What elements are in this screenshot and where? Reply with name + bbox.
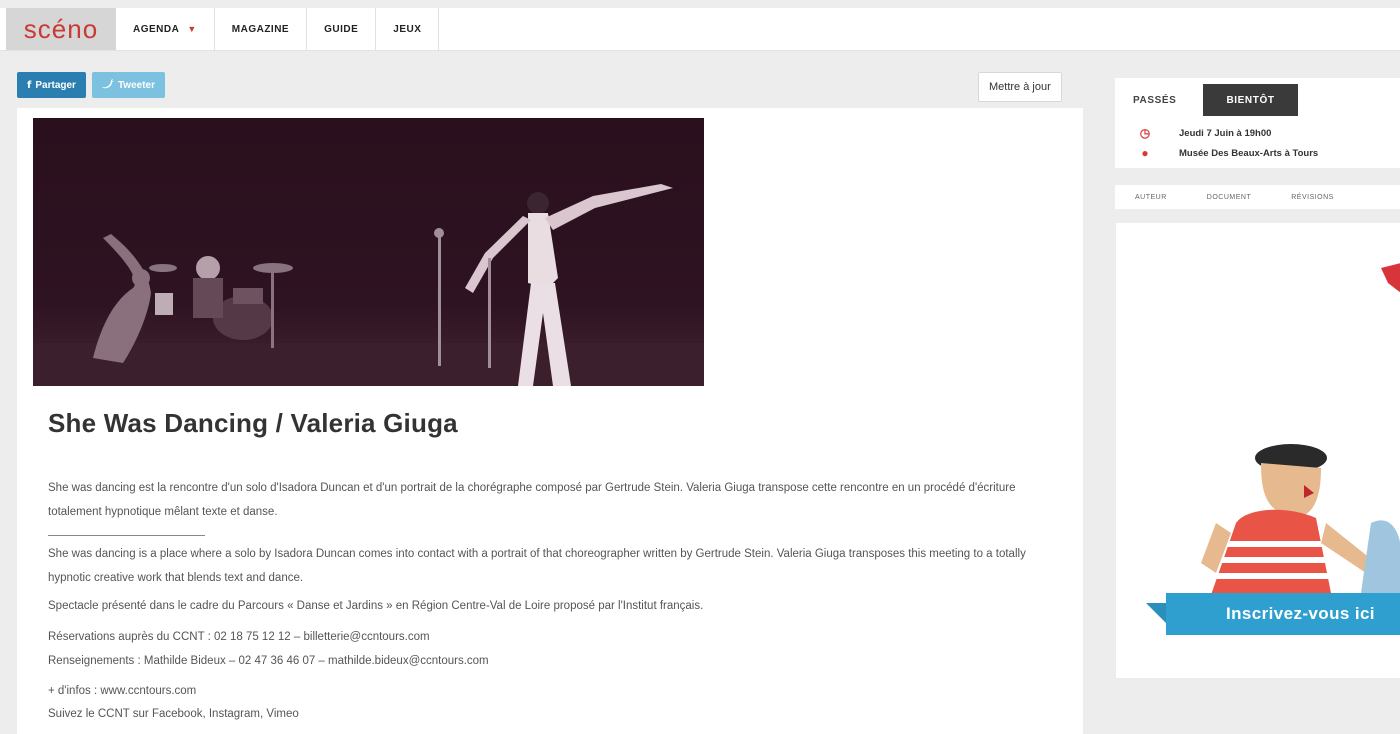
more-info-link[interactable]: + d'infos : www.ccntours.com <box>48 685 196 697</box>
twitter-bird-icon <box>101 78 114 92</box>
clock-icon: ◷ <box>1139 126 1151 140</box>
signup-banner[interactable]: Inscrivez-vous ici <box>1166 593 1400 635</box>
top-navbar: scéno AGENDA ▼ MAGAZINE GUIDE JEUX <box>0 8 1400 51</box>
nav-item-label: AGENDA <box>133 23 180 35</box>
divider <box>48 535 205 536</box>
tab-revisions[interactable]: RÉVISIONS <box>1271 185 1354 209</box>
update-button[interactable]: Mettre à jour <box>978 72 1062 102</box>
reservations-info: Réservations auprès du CCNT : 02 18 75 1… <box>48 631 430 643</box>
nav-item-label: MAGAZINE <box>231 23 290 35</box>
event-title: She Was Dancing / Valeria Giuga <box>48 408 458 438</box>
event-description-en: She was dancing is a place where a solo … <box>48 548 1026 584</box>
dance-performance-image <box>33 184 704 386</box>
nav-item-magazine[interactable]: MAGAZINE <box>215 8 308 50</box>
facebook-share-button[interactable]: f Partager <box>17 72 86 98</box>
tab-document[interactable]: DOCUMENT <box>1187 185 1271 209</box>
site-logo[interactable]: scéno <box>6 8 116 50</box>
nav-item-jeux[interactable]: JEUX <box>376 8 440 50</box>
triangle-down-icon: ▼ <box>187 24 197 34</box>
info-sub-tabs: AUTEUR DOCUMENT RÉVISIONS <box>1115 185 1400 209</box>
nav-item-agenda[interactable]: AGENDA ▼ <box>116 8 215 50</box>
event-article: She Was Dancing / Valeria Giuga She was … <box>17 108 1083 734</box>
nav-item-label: JEUX <box>393 23 422 35</box>
event-context: Spectacle présenté dans le cadre du Parc… <box>48 600 704 612</box>
renseignements-info: Renseignements : Mathilde Bideux – 02 47… <box>48 655 489 667</box>
follow-social: Suivez le CCNT sur Facebook, Instagram, … <box>48 708 299 720</box>
ad-banner[interactable]: Inscrivez-vous ici <box>1115 222 1400 679</box>
facebook-icon: f <box>27 79 32 91</box>
twitter-share-label: Tweeter <box>117 79 155 91</box>
event-place-row: ● Musée Des Beaux-Arts à Tours <box>1139 146 1318 160</box>
tab-auteur[interactable]: AUTEUR <box>1115 185 1187 209</box>
main-nav: AGENDA ▼ MAGAZINE GUIDE JEUX <box>116 8 440 50</box>
event-date-row: ◷ Jeudi 7 Juin à 19h00 <box>1139 126 1272 140</box>
nav-item-label: GUIDE <box>324 23 359 35</box>
map-pin-icon: ● <box>1141 146 1149 160</box>
nav-item-guide[interactable]: GUIDE <box>307 8 377 50</box>
tab-bientot[interactable]: BIENTÔT <box>1203 84 1298 116</box>
logo-text: scéno <box>23 13 99 44</box>
facebook-share-label: Partager <box>35 79 76 91</box>
event-description-fr: She was dancing est la rencontre d'un so… <box>48 482 1016 518</box>
share-buttons: f Partager Tweeter <box>17 72 165 98</box>
event-date: Jeudi 7 Juin à 19h00 <box>1179 127 1272 139</box>
twitter-share-button[interactable]: Tweeter <box>91 72 165 98</box>
event-photo <box>33 118 704 386</box>
event-place[interactable]: Musée Des Beaux-Arts à Tours <box>1179 148 1318 159</box>
event-schedule-card: PASSÉS BIENTÔT ◷ Jeudi 7 Juin à 19h00 ● … <box>1115 78 1400 168</box>
tab-passes[interactable]: PASSÉS <box>1133 84 1176 116</box>
